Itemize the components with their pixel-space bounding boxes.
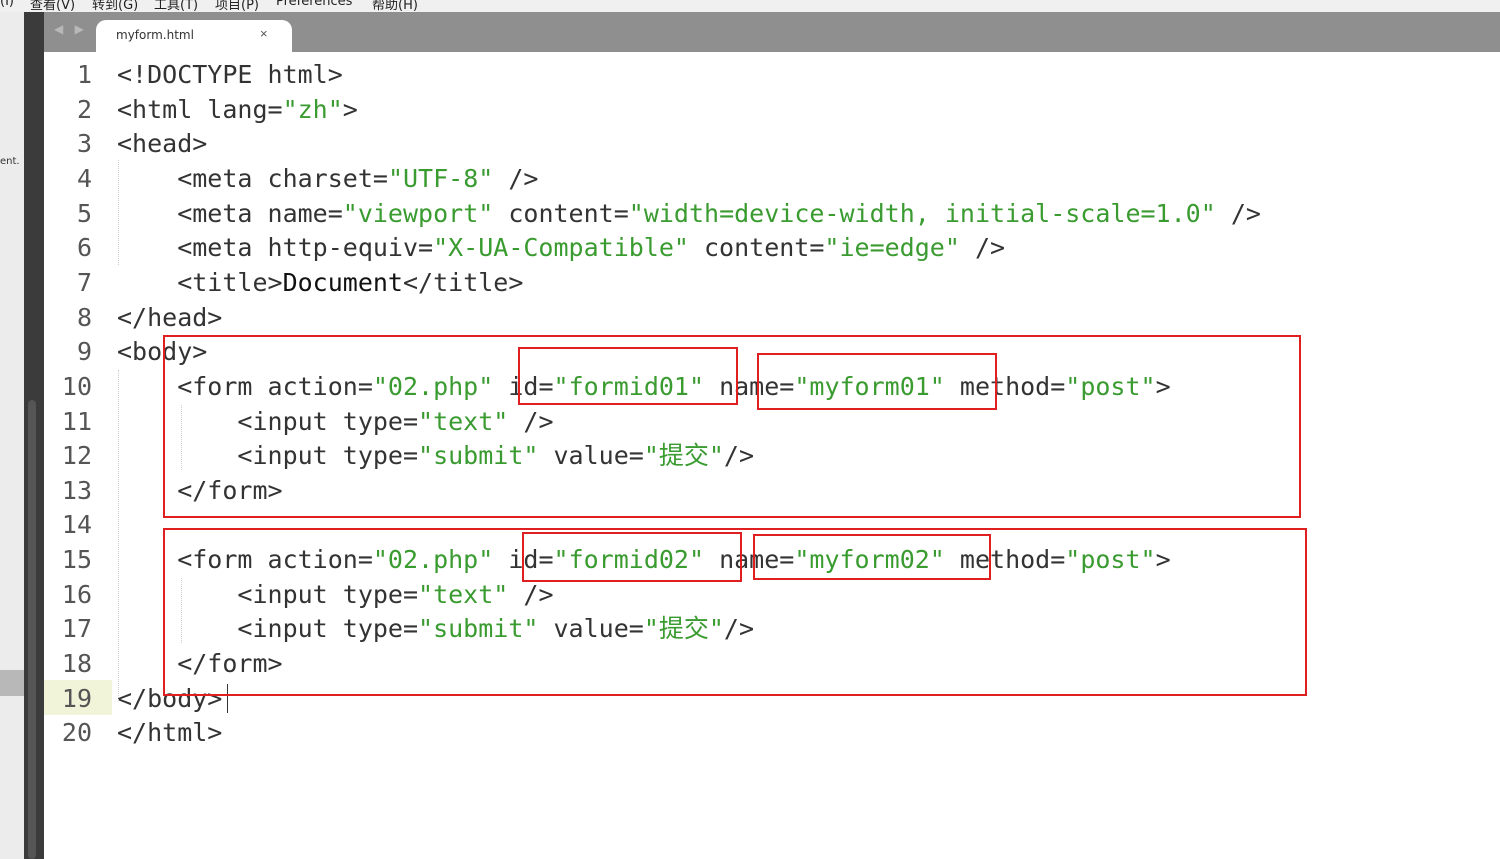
sidebar-panel [0,12,24,859]
line-number: 19 [61,683,92,713]
line-number: 13 [61,475,92,505]
tab-nav-arrows-icon[interactable]: ◀ ▶ [54,22,88,36]
line-number: 3 [76,129,92,159]
menu-item-view[interactable]: 查看(V) [30,0,75,12]
line-number: 7 [76,267,92,297]
code-string: "width=device-width, initial-scale=1.0" [628,198,1216,228]
code-line[interactable]: </html> [117,715,222,750]
annotation-box-name2 [753,534,991,580]
line-number: 8 [76,302,92,332]
line-number: 16 [61,579,92,609]
code-token: <head> [117,129,208,159]
line-number: 6 [76,233,92,263]
code-token: </head> [117,302,223,332]
line-number: 14 [61,510,92,540]
code-string: "UTF-8" [387,163,494,193]
close-icon[interactable]: × [260,26,268,41]
annotation-box-id1 [518,347,738,405]
tab-title: myform.html [116,28,194,42]
code-line[interactable]: <!DOCTYPE html> [117,57,343,92]
indent-guide [118,160,119,265]
code-line[interactable]: <meta charset="UTF-8" /> [117,161,538,196]
line-number: 17 [61,614,92,644]
menu-item-preferences[interactable]: Preferences [276,0,352,9]
code-line[interactable]: <html lang="zh"> [117,92,358,127]
menu-bar: (I) 查看(V) 转到(G) 工具(T) 项目(P) Preferences … [0,0,1500,12]
line-number: 2 [76,94,92,124]
code-string: "X-UA-Compatible" [433,233,689,263]
menu-item-tools[interactable]: 工具(T) [154,0,198,12]
line-number: 10 [61,371,92,401]
code-line[interactable]: </head> [117,300,222,335]
line-number: 15 [61,545,92,575]
code-line[interactable]: <title>Document</title> [117,265,523,300]
line-number: 11 [61,406,92,436]
line-number: 5 [76,198,92,228]
code-token: <title> [117,267,283,297]
code-token: /> [1215,198,1261,228]
menu-item-project[interactable]: 项目(P) [215,0,259,12]
code-string: "viewport" [342,198,494,228]
code-token: /> [959,233,1006,263]
code-token: content= [688,233,825,263]
menu-item-partial[interactable]: (I) [0,0,14,9]
code-token: > [342,94,358,124]
code-token: /> [493,163,539,193]
line-number: 20 [61,718,92,748]
line-number: 12 [61,441,92,471]
code-token: <html lang= [117,94,283,124]
code-line[interactable]: <head> [117,126,207,161]
code-line[interactable]: <meta name="viewport" content="width=dev… [117,196,1261,231]
code-string: "ie=edge" [824,233,960,263]
line-number: 9 [76,337,92,367]
sidebar-file-label[interactable]: ent. [0,156,20,167]
sidebar-scrollbar[interactable] [0,670,24,696]
code-token: <meta http-equiv= [117,233,434,263]
indent-guide [118,370,119,700]
code-token: </html> [117,718,223,748]
code-token: Document [282,267,403,297]
annotation-box-id2 [522,532,742,582]
menu-item-help[interactable]: 帮助(H) [372,0,418,12]
code-token: <meta name= [117,198,343,228]
code-token: content= [493,198,629,228]
code-line[interactable]: <meta http-equiv="X-UA-Compatible" conte… [117,230,1005,265]
tab-myform[interactable]: myform.html × [96,20,292,52]
divider-scroll-thumb[interactable] [28,400,36,859]
menu-item-goto[interactable]: 转到(G) [92,0,138,12]
code-token: </title> [403,267,524,297]
line-number: 18 [61,649,92,679]
line-number: 4 [76,163,92,193]
line-number: 1 [76,60,92,89]
code-token: <meta charset= [117,163,388,193]
code-string: "zh" [282,94,343,124]
annotation-box-name1 [757,353,997,410]
code-token: <!DOCTYPE html> [117,60,343,89]
